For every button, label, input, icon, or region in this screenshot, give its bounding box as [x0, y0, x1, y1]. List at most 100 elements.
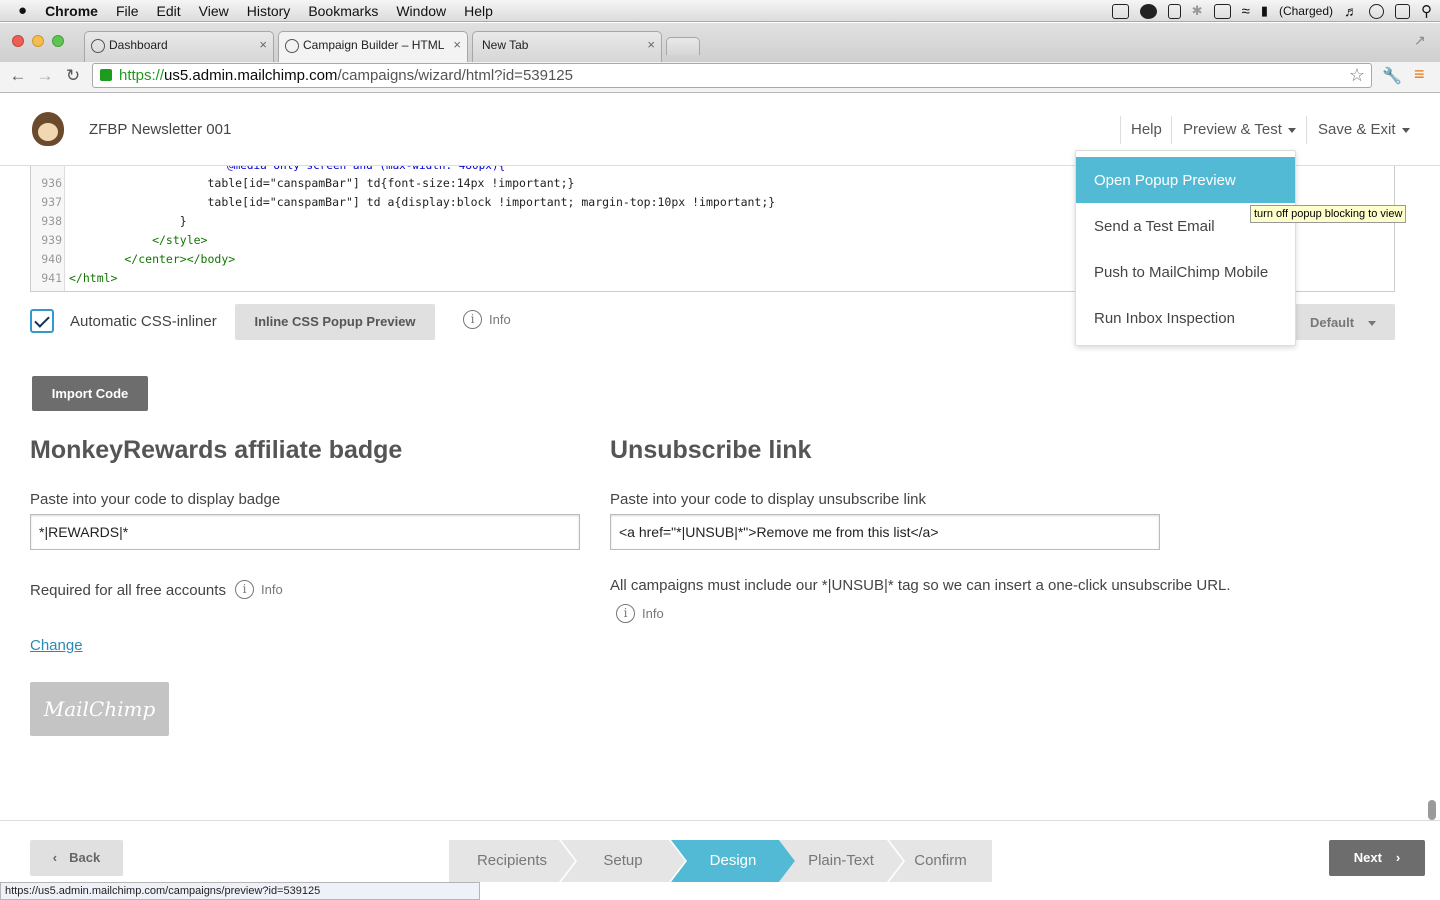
push-to-mobile-item[interactable]: Push to MailChimp Mobile — [1076, 249, 1295, 295]
code-line: </html> — [69, 271, 118, 285]
code-line: } — [69, 214, 187, 228]
menu-window[interactable]: Window — [387, 3, 455, 19]
zoom-window-icon[interactable] — [52, 35, 64, 47]
menu-history[interactable]: History — [238, 3, 300, 19]
reload-icon[interactable]: ↻ — [63, 66, 83, 86]
info-link[interactable]: Info — [261, 582, 283, 597]
step-design[interactable]: Design — [671, 840, 795, 882]
tab-title: New Tab — [482, 38, 529, 52]
info-link[interactable]: Info — [642, 606, 664, 621]
volume-icon[interactable]: ♬ — [1344, 3, 1358, 19]
badge-heading: MonkeyRewards affiliate badge — [30, 436, 403, 464]
minimize-window-icon[interactable] — [32, 35, 44, 47]
step-plain-text[interactable]: Plain-Text — [779, 840, 903, 882]
info-icon[interactable]: i — [235, 580, 254, 599]
badge-field-label: Paste into your code to display badge — [30, 491, 281, 508]
chevron-left-icon: ‹ — [52, 850, 58, 865]
import-code-button[interactable]: Import Code — [32, 376, 148, 411]
code-line: table[id="canspamBar"] td{font-size:14px… — [69, 176, 575, 190]
bookmark-star-icon[interactable]: ☆ — [1349, 65, 1365, 86]
close-window-icon[interactable] — [12, 35, 24, 47]
browser-tabstrip: Dashboard × Campaign Builder – HTML × Ne… — [0, 23, 1440, 62]
bluetooth-icon[interactable]: ✱ — [1192, 3, 1203, 19]
info-link[interactable]: Info — [489, 312, 511, 327]
next-button[interactable]: Next › — [1329, 840, 1425, 876]
tab-title: Campaign Builder – HTML — [303, 38, 445, 52]
menu-chrome[interactable]: Chrome — [36, 3, 107, 19]
css-inliner-checkbox[interactable] — [30, 309, 54, 333]
step-recipients[interactable]: Recipients — [449, 840, 575, 882]
display-icon[interactable] — [1213, 3, 1231, 19]
tab-campaign-builder[interactable]: Campaign Builder – HTML × — [278, 31, 468, 62]
open-popup-preview-item[interactable]: Open Popup Preview — [1076, 157, 1295, 203]
line-number: 939 — [41, 233, 62, 247]
apple-menu-icon[interactable]: ● — [0, 2, 36, 19]
tab-new-tab[interactable]: New Tab × — [472, 31, 662, 62]
line-number: 937 — [41, 195, 62, 209]
badge-code-field[interactable]: *|REWARDS|* — [30, 514, 580, 550]
default-label: Default — [1310, 315, 1355, 330]
code-line: </center></body> — [69, 252, 236, 266]
code-line: </style> — [69, 233, 208, 247]
step-setup[interactable]: Setup — [561, 840, 685, 882]
chevron-down-icon — [1287, 127, 1296, 133]
menu-file[interactable]: File — [107, 3, 148, 19]
close-tab-icon[interactable]: × — [259, 37, 267, 52]
chevron-down-icon — [1368, 321, 1377, 327]
mac-menubar: ● Chrome File Edit View History Bookmark… — [0, 0, 1440, 22]
change-badge-link[interactable]: Change — [30, 637, 83, 654]
run-inbox-inspection-item[interactable]: Run Inbox Inspection — [1076, 295, 1295, 341]
menu-view[interactable]: View — [190, 3, 238, 19]
spotlight-search-icon[interactable]: ⚲ — [1421, 2, 1432, 20]
calendar-icon[interactable] — [1395, 3, 1410, 19]
battery-status: (Charged) — [1278, 4, 1333, 18]
close-tab-icon[interactable]: × — [453, 37, 461, 52]
wifi-icon[interactable]: ≈ — [1242, 3, 1250, 20]
inline-css-preview-button[interactable]: Inline CSS Popup Preview — [235, 304, 435, 340]
battery-icon[interactable]: ▮ — [1261, 3, 1268, 19]
unsub-code-field[interactable]: <a href="*|UNSUB|*">Remove me from this … — [610, 514, 1160, 550]
ssl-lock-icon — [100, 69, 112, 81]
url-host: us5.admin.mailchimp.com — [164, 67, 338, 84]
forward-arrow-icon[interactable]: → — [35, 66, 55, 86]
line-number: 941 — [41, 271, 62, 285]
fullscreen-icon[interactable]: ↗ — [1414, 32, 1426, 49]
back-button[interactable]: ‹ Back — [30, 840, 123, 876]
divider — [1120, 116, 1121, 144]
help-link[interactable]: Help — [1131, 121, 1162, 138]
time-machine-icon[interactable] — [1369, 3, 1384, 19]
wrench-icon[interactable]: 🔧 — [1382, 66, 1402, 86]
mailchimp-favicon-icon — [91, 39, 105, 53]
preview-test-label: Preview & Test — [1183, 121, 1282, 138]
page-scrollbar[interactable] — [1428, 800, 1436, 820]
campaign-name: ZFBP Newsletter 001 — [89, 121, 232, 138]
tab-dashboard[interactable]: Dashboard × — [84, 31, 274, 62]
mailchimp-favicon-icon — [285, 39, 299, 53]
address-bar[interactable]: https://us5.admin.mailchimp.com/campaign… — [92, 63, 1372, 88]
badge-note: Required for all free accounts — [30, 582, 226, 599]
line-number: 938 — [41, 214, 62, 228]
screen-share-icon[interactable] — [1111, 3, 1129, 19]
dropbox-icon[interactable] — [1139, 3, 1157, 19]
back-arrow-icon[interactable]: ← — [8, 66, 28, 86]
save-exit-label: Save & Exit — [1318, 121, 1396, 138]
menu-edit[interactable]: Edit — [148, 3, 190, 19]
default-template-button[interactable]: Default — [1296, 304, 1395, 340]
mailchimp-logo-icon[interactable] — [32, 112, 64, 146]
menu-hamburger-icon[interactable]: ≡ — [1414, 64, 1425, 85]
popup-blocking-tooltip: turn off popup blocking to view — [1250, 205, 1407, 223]
next-label: Next — [1353, 850, 1382, 865]
unsub-heading: Unsubscribe link — [610, 436, 812, 464]
menu-bookmarks[interactable]: Bookmarks — [299, 3, 387, 19]
info-icon[interactable]: i — [616, 604, 635, 623]
tab-title: Dashboard — [109, 38, 168, 52]
new-tab-button[interactable] — [666, 37, 700, 55]
chevron-down-icon — [1401, 127, 1410, 133]
window-icon[interactable] — [1167, 3, 1181, 19]
close-tab-icon[interactable]: × — [647, 37, 655, 52]
menu-help[interactable]: Help — [455, 3, 502, 19]
preview-test-menu[interactable]: Preview & Test — [1183, 121, 1296, 138]
url-protocol: https:// — [119, 67, 165, 84]
save-exit-menu[interactable]: Save & Exit — [1318, 121, 1410, 138]
info-icon[interactable]: i — [463, 310, 482, 329]
